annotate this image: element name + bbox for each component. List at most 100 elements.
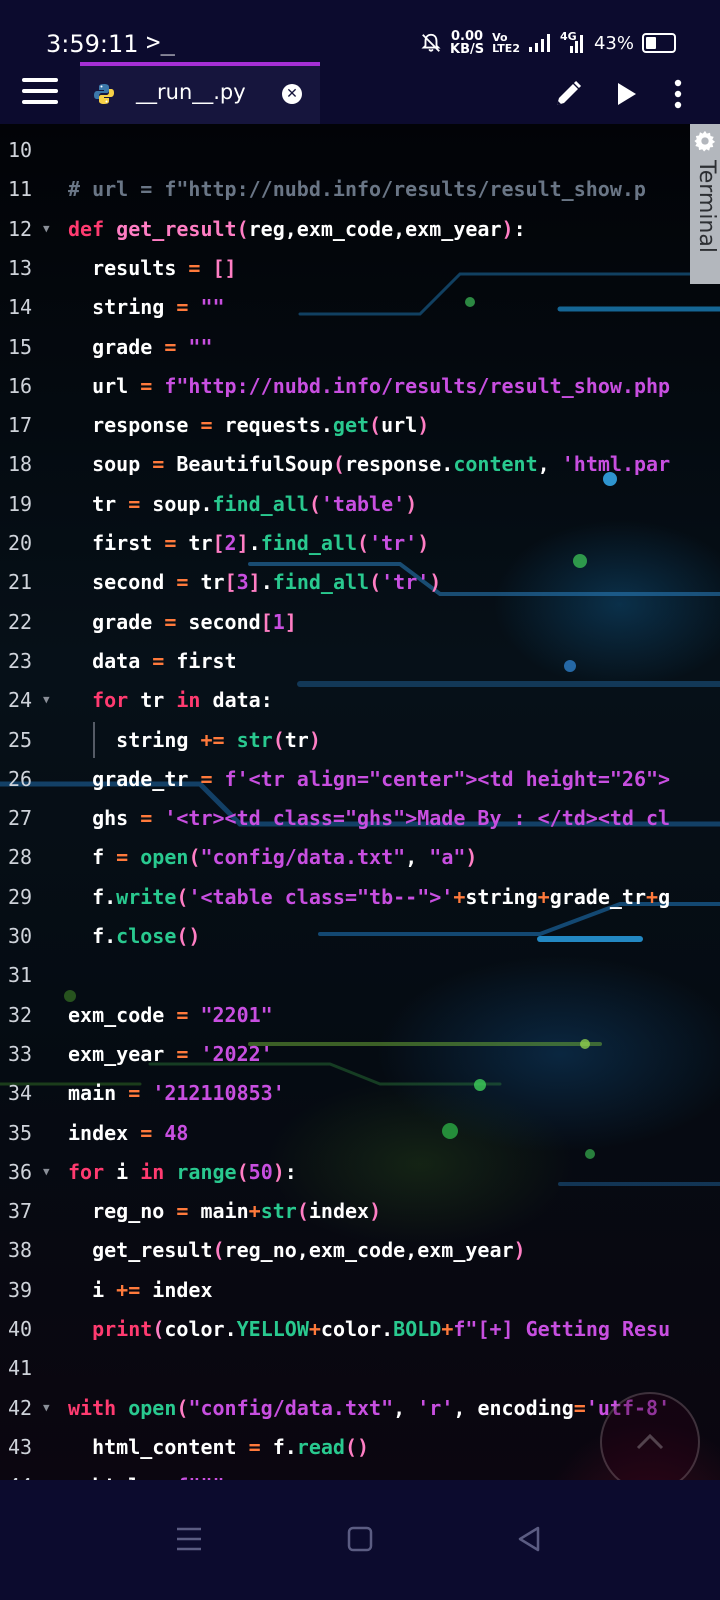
code-token: open xyxy=(128,1395,177,1420)
code-line[interactable]: 32 exm_code = "2201" xyxy=(0,995,720,1035)
code-token: BeautifulSoup xyxy=(164,452,333,477)
edit-icon[interactable] xyxy=(552,78,584,110)
code-token: ) xyxy=(417,413,430,438)
code-line[interactable]: 33 exm_year = '2022' xyxy=(0,1034,720,1074)
code-line[interactable]: 13 results = [] xyxy=(0,248,720,288)
code-line[interactable]: 20 first = tr[2].find_all('tr') xyxy=(0,523,720,563)
fold-toggle-icon[interactable]: ▼ xyxy=(43,1388,50,1428)
code-token: html_content xyxy=(68,1434,249,1459)
recent-apps-icon[interactable] xyxy=(176,1526,202,1552)
code-line[interactable]: 22 grade = second[1] xyxy=(0,602,720,642)
code-token: find_all xyxy=(212,491,309,516)
code-line[interactable]: 24 ▼ for tr in data: xyxy=(0,680,720,720)
code-line[interactable]: 30 f.close() xyxy=(0,916,720,956)
code-token: string xyxy=(68,727,201,752)
code-token: : xyxy=(284,1159,297,1184)
code-text: tr = soup.find_all('table') xyxy=(68,484,417,524)
close-icon[interactable]: ✕ xyxy=(282,84,302,104)
line-number: 12 xyxy=(8,216,33,241)
menu-icon-bar xyxy=(22,78,58,82)
code-line[interactable]: 14 string = "" xyxy=(0,287,720,327)
code-token: grade_tr xyxy=(549,884,647,909)
code-token: tr xyxy=(176,531,213,555)
code-text: string += str(tr) xyxy=(68,720,321,760)
code-text: exm_code = "2201" xyxy=(68,995,273,1035)
code-token: str xyxy=(260,1199,297,1224)
code-token: print xyxy=(92,1317,153,1341)
code-line[interactable]: 31 xyxy=(0,955,720,995)
terminal-notification-icon: >_ xyxy=(146,28,175,56)
scroll-to-top-button[interactable] xyxy=(600,1392,700,1492)
code-line[interactable]: 25 string += str(tr) xyxy=(0,720,720,760)
terminal-tab[interactable]: Terminal xyxy=(690,124,720,284)
code-token: "config/data.txt" xyxy=(200,845,406,870)
status-icons: 0.00 KB/S Vo LTE2 4G 43% xyxy=(420,30,676,56)
code-line[interactable]: 19 tr = soup.find_all('table') xyxy=(0,484,720,524)
battery-fill xyxy=(646,37,656,49)
code-token: second xyxy=(176,609,261,634)
code-line[interactable]: 26 grade_tr = f'<tr align="center"><td h… xyxy=(0,759,720,799)
code-line[interactable]: 38 get_result(reg_no,exm_code,exm_year) xyxy=(0,1230,720,1270)
code-token: index xyxy=(308,1199,370,1224)
fold-toggle-icon[interactable]: ▼ xyxy=(43,209,50,249)
code-line[interactable]: 16 url = f"http://nubd.info/results/resu… xyxy=(0,366,720,406)
code-token: ) xyxy=(369,1199,382,1224)
code-token: string xyxy=(465,884,538,909)
code-text: get_result(reg_no,exm_code,exm_year) xyxy=(68,1230,526,1270)
code-token: results xyxy=(68,255,189,280)
line-number: 43 xyxy=(8,1434,33,1459)
back-icon[interactable] xyxy=(516,1526,542,1552)
code-line[interactable]: 40 print(color.YELLOW+color.BOLD+f"[+] G… xyxy=(0,1309,720,1349)
code-text: html = f""" xyxy=(68,1466,224,1480)
code-line[interactable]: 15 grade = "" xyxy=(0,327,720,367)
code-token: index xyxy=(68,1120,141,1145)
run-icon[interactable] xyxy=(610,78,642,110)
code-text: html_content = f.read() xyxy=(68,1427,369,1467)
line-number: 34 xyxy=(8,1081,33,1106)
more-icon[interactable] xyxy=(662,78,694,110)
code-text: grade_tr = f'<tr align="center"><td heig… xyxy=(68,759,670,799)
code-line[interactable]: 36 ▼ for i in range(50): xyxy=(0,1152,720,1192)
code-editor[interactable]: 10 11 # url = f"http://nubd.info/results/r… xyxy=(0,124,720,1480)
code-line[interactable]: 21 second = tr[3].find_all('tr') xyxy=(0,562,720,602)
fold-toggle-icon[interactable]: ▼ xyxy=(43,1152,50,1192)
code-token: '<table class="tb--">' xyxy=(188,884,454,909)
code-line[interactable]: 39 i += index xyxy=(0,1270,720,1310)
code-text: second = tr[3].find_all('tr') xyxy=(68,562,441,602)
code-text: soup = BeautifulSoup(response.content, '… xyxy=(68,444,670,484)
fold-toggle-icon[interactable]: ▼ xyxy=(43,680,50,720)
code-text: f.write('<table class="tb--">'+string+gr… xyxy=(68,877,670,917)
code-token: + xyxy=(453,884,466,909)
code-line[interactable]: 29 f.write('<table class="tb--">'+string… xyxy=(0,877,720,917)
code-line[interactable]: 23 data = first xyxy=(0,641,720,681)
file-tab[interactable]: __run__.py ✕ xyxy=(80,62,320,124)
code-token: = xyxy=(164,334,177,359)
code-token: , xyxy=(393,1395,418,1420)
code-line[interactable]: 27 ghs = '<tr><td class="ghs">Made By : … xyxy=(0,798,720,838)
code-line[interactable]: 10 xyxy=(0,130,720,170)
code-token: += xyxy=(116,1277,141,1302)
code-line[interactable]: 11 # url = f"http://nubd.info/results/res… xyxy=(0,169,720,209)
code-line[interactable]: 17 response = requests.get(url) xyxy=(0,405,720,445)
code-line[interactable]: 34 main = '212110853' xyxy=(0,1073,720,1113)
code-line[interactable]: 35 index = 48 xyxy=(0,1113,720,1153)
code-token: tr xyxy=(128,688,177,713)
home-icon[interactable] xyxy=(347,1526,373,1552)
code-token: def xyxy=(68,216,117,241)
line-number: 39 xyxy=(8,1277,33,1302)
code-line[interactable]: 37 reg_no = main+str(index) xyxy=(0,1191,720,1231)
menu-button[interactable] xyxy=(22,78,58,108)
code-line[interactable]: 41 xyxy=(0,1348,720,1388)
code-token: ( xyxy=(152,1317,165,1341)
net-speed: 0.00 KB/S xyxy=(450,30,484,56)
code-line[interactable]: 18 soup = BeautifulSoup(response.content… xyxy=(0,444,720,484)
code-line[interactable]: 28 f = open("config/data.txt", "a") xyxy=(0,837,720,877)
code-line[interactable]: 12 ▼ def get_result(reg,exm_code,exm_year)… xyxy=(0,209,720,249)
code-token: find_all xyxy=(260,531,358,555)
status-bar: 3:59:11 >_ 0.00 KB/S Vo LTE2 4G 43% xyxy=(0,0,720,62)
